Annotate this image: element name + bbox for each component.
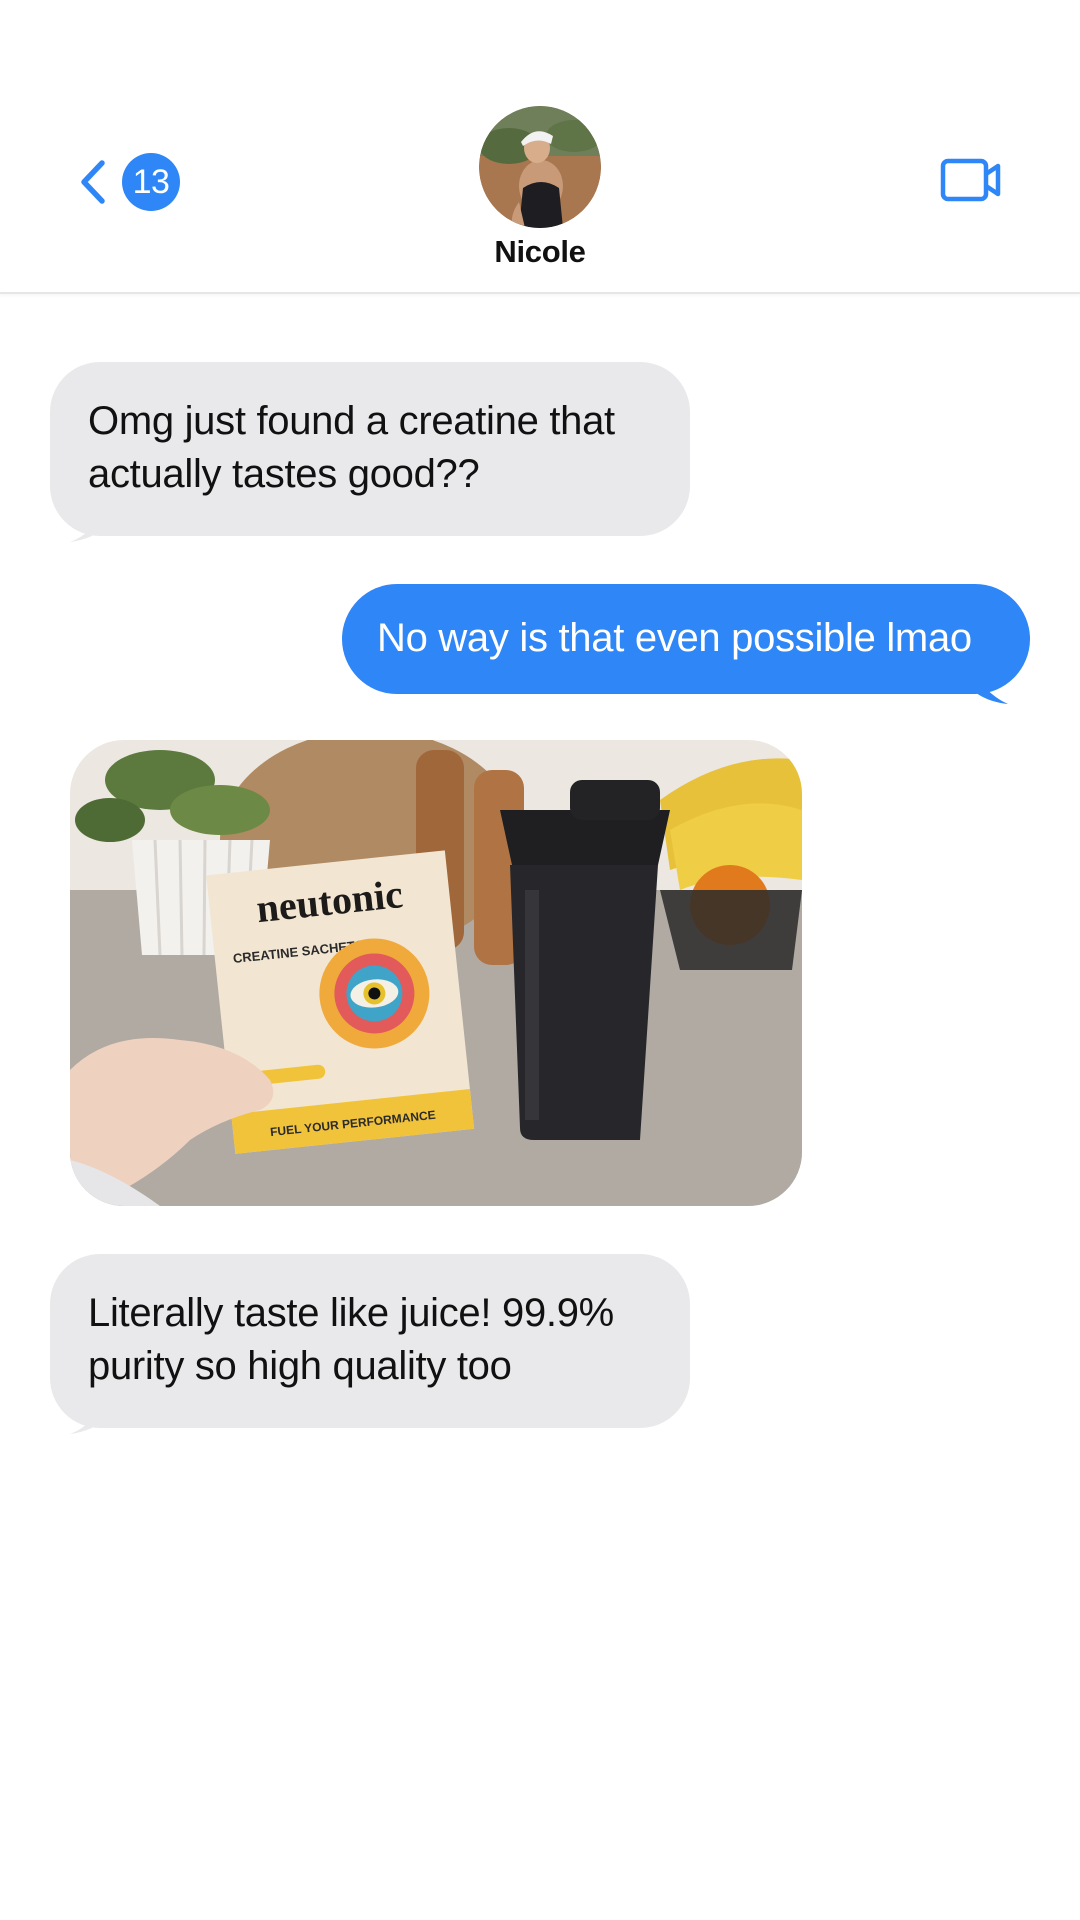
- contact-avatar: [479, 106, 601, 228]
- message-bubble-incoming[interactable]: Literally taste like juice! 99.9% purity…: [50, 1254, 690, 1428]
- message-bubble-outgoing[interactable]: No way is that even possible lmao: [342, 584, 1030, 694]
- messages-screen: 13 Nicole Omg just found a creatine that…: [0, 0, 1080, 1920]
- video-camera-icon[interactable]: [940, 156, 1004, 204]
- product-photo: neutonic CREATINE SACHETS FUEL YOUR PERF…: [70, 740, 802, 1206]
- conversation-header: 13 Nicole: [0, 0, 1080, 294]
- bubble-tail: [70, 1400, 108, 1434]
- contact-name: Nicole: [494, 234, 586, 269]
- photo-message[interactable]: neutonic CREATINE SACHETS FUEL YOUR PERF…: [70, 740, 802, 1206]
- message-bubble-incoming[interactable]: Omg just found a creatine that actually …: [50, 362, 690, 536]
- bubble-tail: [968, 664, 1008, 704]
- message-text: Omg just found a creatine that actually …: [88, 399, 615, 496]
- contact-info[interactable]: Nicole: [0, 106, 1080, 270]
- message-text: No way is that even possible lmao: [377, 616, 972, 660]
- bubble-tail: [70, 508, 108, 542]
- message-text: Literally taste like juice! 99.9% purity…: [88, 1291, 614, 1388]
